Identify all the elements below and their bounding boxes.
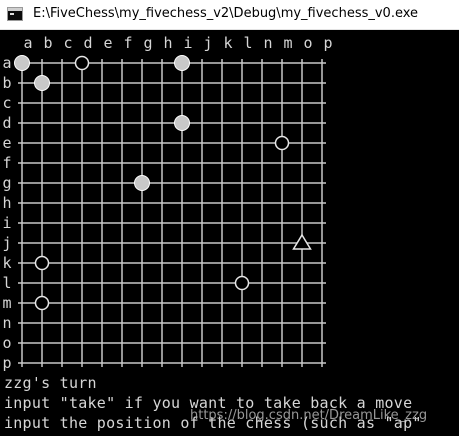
row-label: p [2, 354, 11, 372]
row-label: h [2, 194, 11, 212]
column-label: p [323, 34, 332, 52]
hollow-stone-icon [34, 255, 50, 271]
column-label: g [143, 34, 152, 52]
row-label: n [2, 314, 11, 332]
row-label: m [2, 294, 11, 312]
hollow-stone-icon [234, 275, 250, 291]
watermark: https://blog.csdn.net/DreamLike_zzg [190, 408, 428, 423]
row-label: a [2, 54, 11, 72]
column-label: c [63, 34, 72, 52]
column-label: n [263, 34, 272, 52]
row-label: i [2, 214, 11, 232]
gomoku-board: a b c d e f g h i j k l n m o pabcdefghijklmnop [2, 34, 332, 372]
column-label: i [183, 34, 192, 52]
last-move-triangle-icon [292, 233, 312, 250]
column-label: a [23, 34, 32, 52]
row-label: k [2, 254, 11, 272]
column-label: b [43, 34, 52, 52]
console-area[interactable]: abcdefghijklnmopabcdefghijklmnop zzg's t… [0, 30, 459, 436]
filled-stone-icon [174, 115, 190, 131]
row-label: g [2, 174, 11, 192]
row-label: o [2, 334, 11, 352]
hollow-stone-icon [74, 55, 90, 71]
filled-stone-icon [14, 55, 30, 71]
hollow-stone-icon [34, 295, 50, 311]
title-bar: E:\FiveChess\my_fivechess_v2\Debug\my_fi… [0, 0, 459, 30]
filled-stone-icon [134, 175, 150, 191]
hollow-stone-icon [274, 135, 290, 151]
console-app-icon [7, 7, 23, 21]
row-label: f [2, 154, 11, 172]
column-label: j [203, 34, 212, 52]
column-label: m [283, 34, 292, 52]
row-label: j [2, 234, 11, 252]
column-label: l [243, 34, 252, 52]
column-label: o [303, 34, 312, 52]
window-title: E:\FiveChess\my_fivechess_v2\Debug\my_fi… [33, 6, 419, 21]
filled-stone-icon [34, 75, 50, 91]
row-label: d [2, 114, 11, 132]
column-label: h [163, 34, 172, 52]
row-label: b [2, 74, 11, 92]
row-label: c [2, 94, 11, 112]
column-label: e [103, 34, 112, 52]
filled-stone-icon [174, 55, 190, 71]
column-label: f [123, 34, 132, 52]
column-label: k [223, 34, 232, 52]
turn-status: zzg's turn [4, 374, 97, 392]
row-label: e [2, 134, 11, 152]
row-label: l [2, 274, 11, 292]
column-label: d [83, 34, 92, 52]
